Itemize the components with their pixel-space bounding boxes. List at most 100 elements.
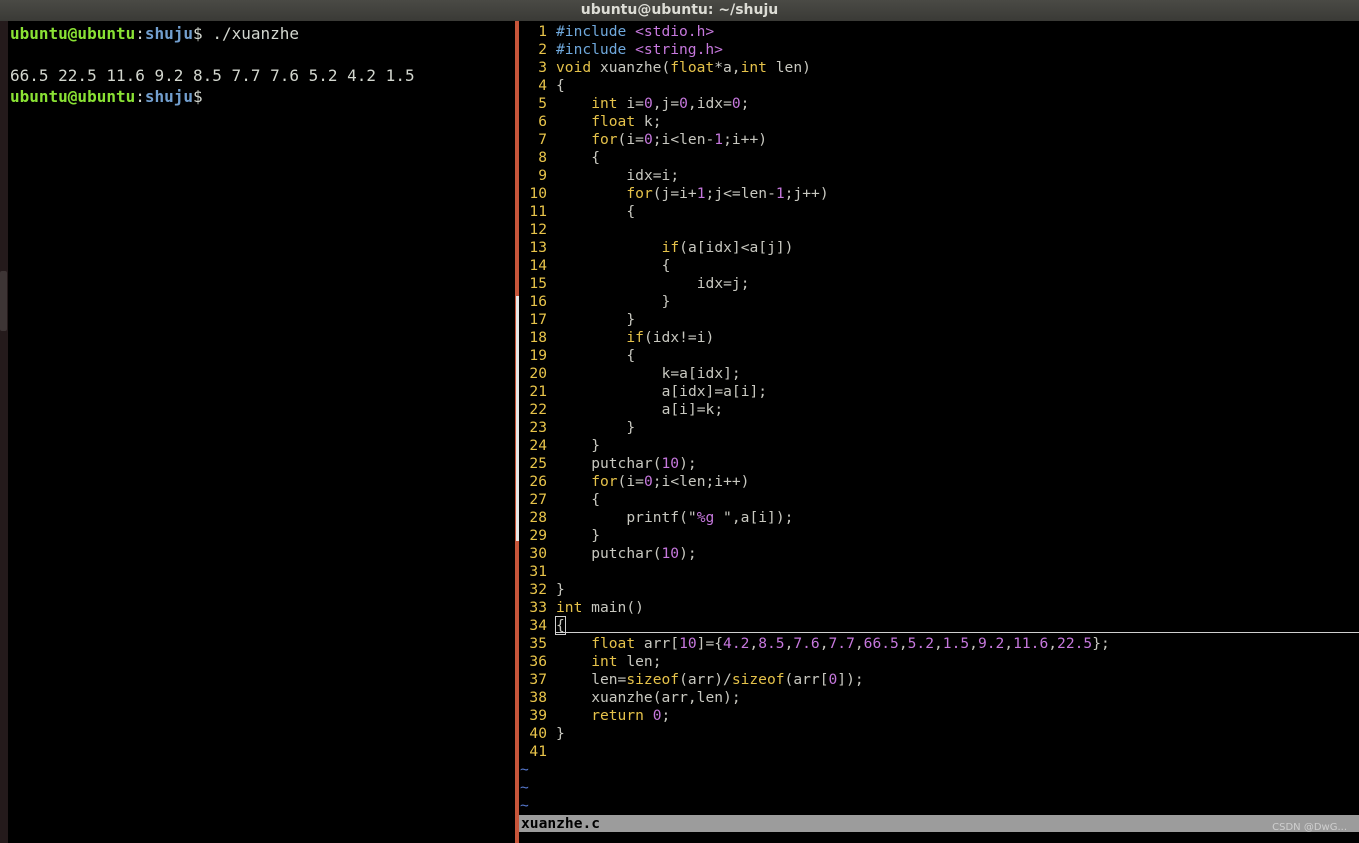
code-line[interactable]: 38 xuanzhe(arr,len); — [519, 689, 1359, 707]
line-number: 11 — [529, 203, 547, 220]
line-number: 21 — [529, 383, 547, 400]
line-number: 24 — [529, 437, 547, 454]
cursor-line-underline — [556, 632, 1359, 633]
line-number: 9 — [538, 167, 547, 184]
code-line[interactable]: 37 len=sizeof(arr)/sizeof(arr[0]); — [519, 671, 1359, 689]
code-line[interactable]: 6 float k; — [519, 113, 1359, 131]
code-line[interactable]: 2 #include <string.h> — [519, 41, 1359, 59]
line-number: 20 — [529, 365, 547, 382]
line-number: 17 — [529, 311, 547, 328]
code-line[interactable]: 3 void xuanzhe(float*a,int len) — [519, 59, 1359, 77]
watermark: CSDN @DwG... — [1272, 822, 1347, 833]
line-number: 19 — [529, 347, 547, 364]
line-number: 16 — [529, 293, 547, 310]
code-line[interactable]: 14 { — [519, 257, 1359, 275]
line-number: 29 — [529, 527, 547, 544]
code-line[interactable]: 7 for(i=0;i<len-1;i++) — [519, 131, 1359, 149]
code-line[interactable]: 35 float arr[10]={4.2,8.5,7.6,7.7,66.5,5… — [519, 635, 1359, 653]
code-line[interactable]: 22 a[i]=k; — [519, 401, 1359, 419]
code-line[interactable]: 31 — [519, 563, 1359, 581]
line-number: 41 — [529, 743, 547, 760]
line-number: 25 — [529, 455, 547, 472]
line-number: 12 — [529, 221, 547, 238]
code-line[interactable]: 10 for(j=i+1;j<=len-1;j++) — [519, 185, 1359, 203]
line-number: 7 — [538, 131, 547, 148]
line-number: 39 — [529, 707, 547, 724]
prompt-path: shuju — [144, 24, 194, 43]
code-line[interactable]: 21 a[idx]=a[i]; — [519, 383, 1359, 401]
terminal-output: 66.5 22.5 11.6 9.2 8.5 7.7 7.6 5.2 4.2 1… — [10, 66, 415, 85]
line-number: 30 — [529, 545, 547, 562]
line-number: 34 — [529, 617, 547, 634]
prompt-user: ubuntu@ubuntu — [10, 24, 136, 43]
code-line[interactable]: 29 } — [519, 527, 1359, 545]
code-line[interactable]: 8 { — [519, 149, 1359, 167]
prompt-symbol: $ — [193, 87, 203, 106]
code-line[interactable]: 13 if(a[idx]<a[j]) — [519, 239, 1359, 257]
vim-editor-pane[interactable]: 1 #include <stdio.h> 2 #include <string.h> 3… — [519, 21, 1359, 843]
line-number: 15 — [529, 275, 547, 292]
code-line[interactable]: 28 printf("%g ",a[i]); — [519, 509, 1359, 527]
window-title-bar: ubuntu@ubuntu: ~/shuju — [0, 0, 1359, 21]
code-line[interactable]: 41 — [519, 743, 1359, 761]
line-number: 38 — [529, 689, 547, 706]
line-number: 31 — [529, 563, 547, 580]
edge-grip[interactable] — [0, 271, 7, 331]
status-filename: xuanzhe.c — [521, 815, 601, 832]
code-line[interactable]: 12 — [519, 221, 1359, 239]
code-line[interactable]: 19 { — [519, 347, 1359, 365]
line-number: 26 — [529, 473, 547, 490]
code-line[interactable]: 20 k=a[idx]; — [519, 365, 1359, 383]
code-line[interactable]: 4{ — [519, 77, 1359, 95]
code-line[interactable]: 27 { — [519, 491, 1359, 509]
line-number: 36 — [529, 653, 547, 670]
line-number: 2 — [538, 41, 547, 58]
line-number: 37 — [529, 671, 547, 688]
code-line[interactable]: 33 int main() — [519, 599, 1359, 617]
line-number: 35 — [529, 635, 547, 652]
window-title: ubuntu@ubuntu: ~/shuju — [580, 2, 779, 18]
code-line[interactable]: 1 #include <stdio.h> — [519, 23, 1359, 41]
line-number: 10 — [529, 185, 547, 202]
prompt-separator: : — [135, 87, 145, 106]
empty-line-marker: ~ — [520, 779, 529, 796]
line-number: 18 — [529, 329, 547, 346]
line-number: 14 — [529, 257, 547, 274]
code-line[interactable]: 9 idx=i; — [519, 167, 1359, 185]
terminal-command: ./xuanzhe — [202, 24, 300, 43]
prompt-symbol: $ — [193, 24, 203, 43]
line-number: 27 — [529, 491, 547, 508]
line-number: 23 — [529, 419, 547, 436]
line-number: 28 — [529, 509, 547, 526]
line-number: 5 — [538, 95, 547, 112]
code-line[interactable]: 23 } — [519, 419, 1359, 437]
code-line[interactable]: 5 int i=0,j=0,idx=0; — [519, 95, 1359, 113]
empty-line-marker: ~ — [520, 761, 529, 778]
prompt-path: shuju — [144, 87, 194, 106]
code-line[interactable]: 26 for(i=0;i<len;i++) — [519, 473, 1359, 491]
code-line[interactable]: 15 idx=j; — [519, 275, 1359, 293]
line-number: 4 — [538, 77, 547, 94]
code-line[interactable]: 16 } — [519, 293, 1359, 311]
line-number: 13 — [529, 239, 547, 256]
line-number: 3 — [538, 59, 547, 76]
code-line[interactable]: 11 { — [519, 203, 1359, 221]
vim-status-line: xuanzhe.c — [519, 815, 1359, 832]
code-line[interactable]: 36 int len; — [519, 653, 1359, 671]
code-line[interactable]: 40} — [519, 725, 1359, 743]
code-line[interactable]: 17 } — [519, 311, 1359, 329]
line-number: 1 — [538, 23, 547, 40]
left-terminal-pane[interactable]: ubuntu@ubuntu:shuju$ ./xuanzhe 66.5 22.5… — [10, 21, 515, 843]
code-line[interactable]: 39 return 0; — [519, 707, 1359, 725]
code-line[interactable]: 25 putchar(10); — [519, 455, 1359, 473]
prompt-separator: : — [135, 24, 145, 43]
code-line[interactable]: 18 if(idx!=i) — [519, 329, 1359, 347]
window-left-edge — [0, 21, 8, 843]
prompt-user: ubuntu@ubuntu — [10, 87, 136, 106]
code-line[interactable]: 30 putchar(10); — [519, 545, 1359, 563]
terminal-prompt-line: ubuntu@ubuntu:shuju$ — [10, 86, 203, 107]
line-number: 8 — [538, 149, 547, 166]
code-line[interactable]: 32} — [519, 581, 1359, 599]
code-line[interactable]: 24 } — [519, 437, 1359, 455]
line-number: 33 — [529, 599, 547, 616]
